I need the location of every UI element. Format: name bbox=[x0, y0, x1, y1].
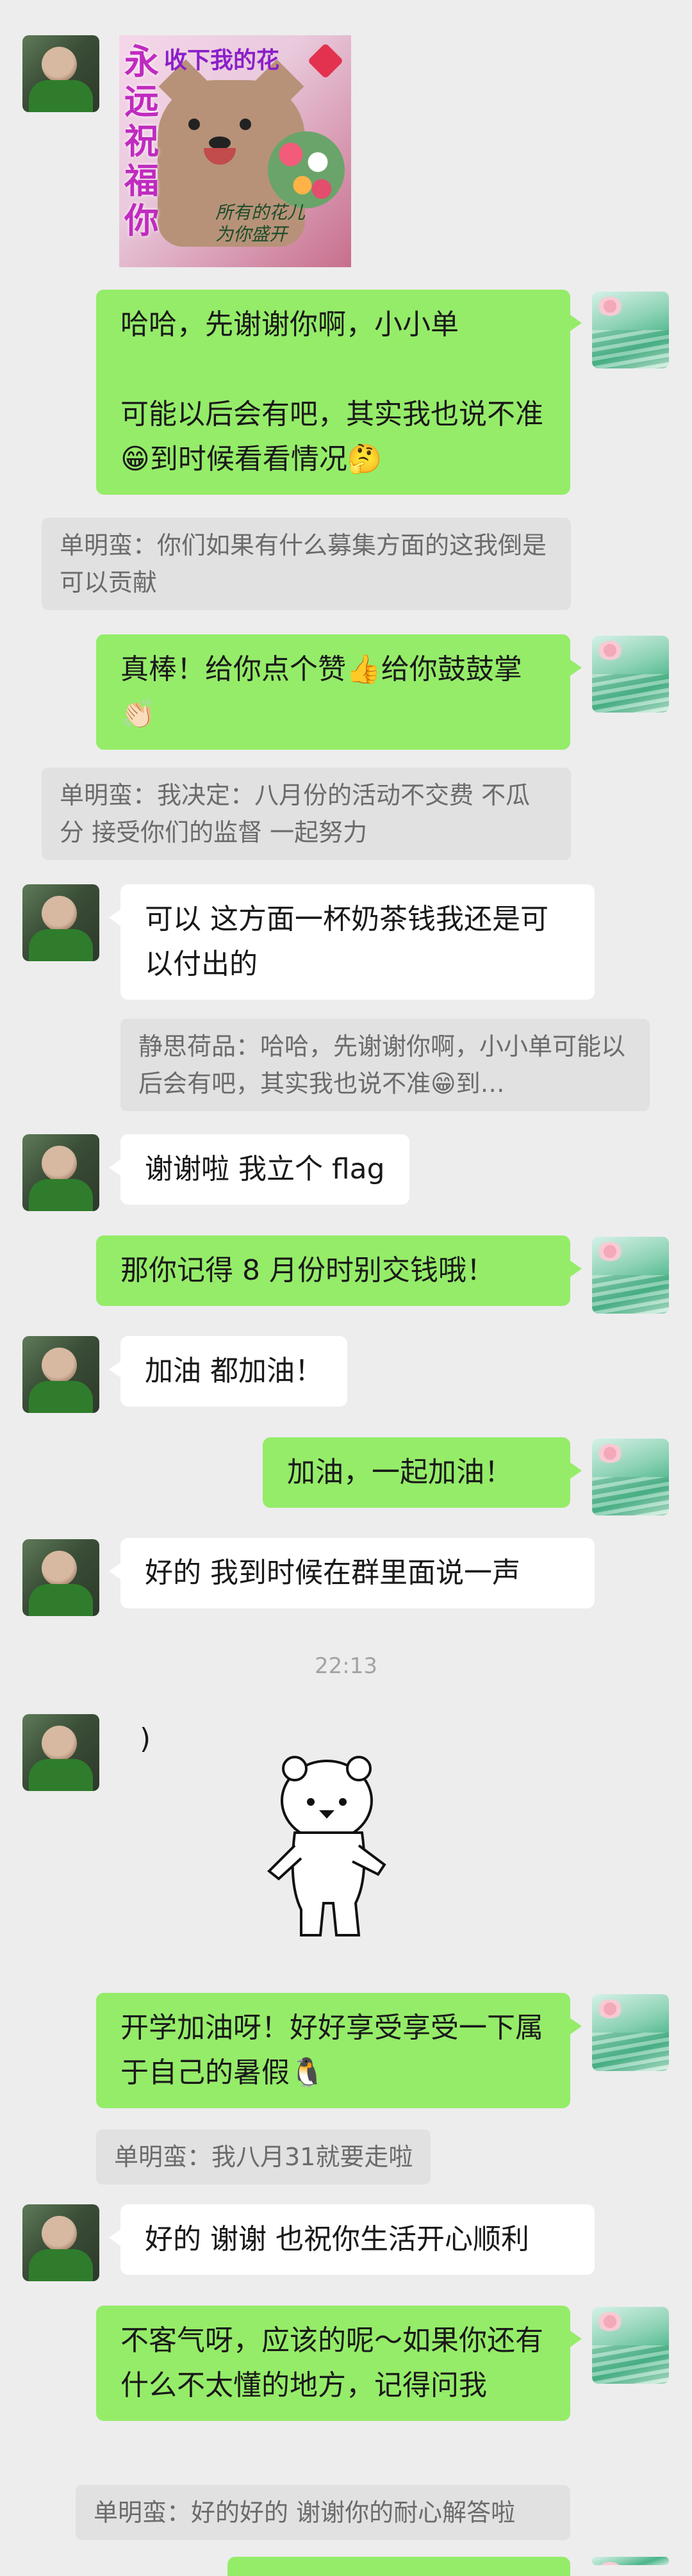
avatar-me[interactable] bbox=[592, 2307, 669, 2384]
message-bubble[interactable]: 真棒！给你点个赞👍给你鼓鼓掌👏🏻 bbox=[96, 634, 582, 750]
quote-reference[interactable]: 单明蛮：好的好的 谢谢你的耐心解答啦 bbox=[76, 2485, 570, 2540]
sticker-top-text: 收下我的花 bbox=[164, 47, 280, 74]
avatar-other[interactable] bbox=[22, 35, 99, 112]
avatar-me[interactable] bbox=[592, 1237, 669, 1314]
sticker-note-text: 所有的花儿 为你盛开 bbox=[215, 202, 306, 245]
sticker-vertical-text: 永远祝福你 bbox=[124, 41, 159, 241]
avatar-other[interactable] bbox=[22, 1134, 99, 1211]
timestamp: 22:13 bbox=[315, 1653, 377, 1679]
quote-reference[interactable]: 单明蛮：我八月31就要走啦 bbox=[96, 2129, 431, 2184]
avatar-other[interactable] bbox=[22, 2204, 99, 2281]
message-bubble[interactable]: 好的 谢谢 也祝你生活开心顺利 bbox=[109, 2204, 595, 2275]
message-bubble[interactable]: 谢谢啦 我立个 flag bbox=[109, 1134, 409, 1205]
heart-icon bbox=[307, 42, 344, 79]
message-bubble[interactable]: 哈哈，先谢谢你啊，小小单 可能以后会有吧，其实我也说不准😁到时候看看情况🤔 bbox=[96, 290, 582, 495]
cat-face bbox=[164, 106, 273, 170]
sticker-image-flowers[interactable]: 永远祝福你 收下我的花 所有的花儿 为你盛开 bbox=[119, 35, 351, 267]
bear-sticker[interactable] bbox=[256, 1743, 397, 1948]
message-bubble[interactable]: 可以 这方面一杯奶茶钱我还是可以付出的 bbox=[109, 884, 595, 1000]
avatar-me-partial[interactable] bbox=[592, 2557, 669, 2565]
message-bubble[interactable]: 不客气呀，应该的呢～如果你还有什么不太懂的地方，记得问我 bbox=[96, 2306, 582, 2421]
avatar-me[interactable] bbox=[592, 292, 669, 368]
message-text-paren[interactable]: ) bbox=[140, 1722, 151, 1755]
partial-message-bubble[interactable] bbox=[227, 2557, 570, 2576]
flower-bouquet-icon bbox=[268, 131, 345, 208]
avatar-other[interactable] bbox=[22, 884, 99, 961]
avatar-other[interactable] bbox=[22, 1336, 99, 1413]
message-bubble[interactable]: 开学加油呀！好好享受享受一下属于自己的暑假🐧 bbox=[96, 1993, 582, 2108]
quote-reference[interactable]: 静思荷品：哈哈，先谢谢你啊，小小单可能以后会有吧，其实我也说不准😁到… bbox=[120, 1019, 650, 1111]
avatar-other[interactable] bbox=[22, 1539, 99, 1616]
avatar-me[interactable] bbox=[592, 1994, 669, 2071]
avatar-me[interactable] bbox=[592, 1439, 669, 1515]
bear-icon bbox=[267, 1756, 386, 1936]
avatar-other[interactable] bbox=[22, 1714, 99, 1791]
message-bubble[interactable]: 加油，一起加油！ bbox=[263, 1437, 582, 1508]
message-bubble[interactable]: 好的 我到时候在群里面说一声 bbox=[109, 1538, 595, 1608]
quote-reference[interactable]: 单明蛮：你们如果有什么募集方面的这我倒是可以贡献 bbox=[42, 518, 571, 610]
quote-reference[interactable]: 单明蛮：我决定：八月份的活动不交费 不瓜分 接受你们的监督 一起努力 bbox=[42, 768, 571, 860]
message-bubble[interactable]: 加油 都加油！ bbox=[109, 1336, 347, 1407]
message-bubble[interactable]: 那你记得 8 月份时别交钱哦！ bbox=[96, 1235, 582, 1306]
avatar-me[interactable] bbox=[592, 636, 669, 713]
